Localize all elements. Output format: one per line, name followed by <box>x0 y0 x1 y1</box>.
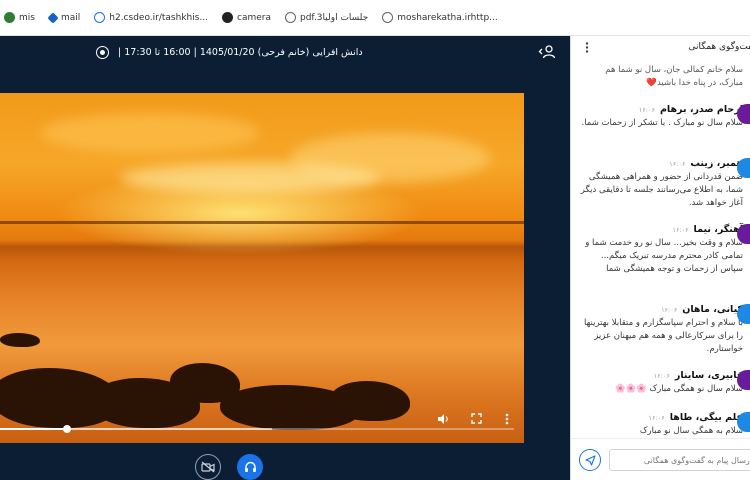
chat-header: گفت‌وگوی همگانی <box>571 36 750 58</box>
avatar <box>737 158 750 178</box>
camera-off-icon <box>201 461 215 473</box>
sky-cloud <box>40 113 260 153</box>
avatar <box>737 304 750 324</box>
message-text: سلام به همگی سال نو مبارک <box>639 426 743 436</box>
chat-message-list[interactable]: سلام خانم کمالی جان، سال نو شما هم مبارک… <box>571 60 750 452</box>
mail-icon <box>47 11 59 24</box>
globe-icon <box>285 12 296 23</box>
sender-name: علم بیگی، طاها <box>669 412 743 423</box>
message-time: ۱۶:۰۶ <box>672 226 689 234</box>
chat-message-input[interactable] <box>609 449 750 471</box>
shore-rock <box>0 333 40 347</box>
camera-icon <box>222 12 234 23</box>
bookmark-pdf[interactable]: pdf.3جلسات اولیا <box>285 12 368 23</box>
chat-message: همبر، زینب ۱۶:۰۶ ضمن قدردانی از حضور و هم… <box>579 158 750 210</box>
message-time: ۱۶:۰۶ <box>638 106 655 114</box>
session-topbar: دانش افرایی (خانم فرحی) 1405/01/20 | 16:… <box>0 36 570 70</box>
message-time: ۱۶:۰۶ <box>669 160 686 168</box>
message-text: ضمن قدردانی از حضور و همراهی همیشگی شما،… <box>580 172 743 208</box>
chat-message: قابیری، ساینار ۱۶:۰۶ سلام سال نو همگی مبا… <box>579 370 750 396</box>
message-text: سلام سال نو مبارک . با تشکر از زحمات شما… <box>581 118 744 128</box>
user-list-icon[interactable] <box>538 45 556 59</box>
bookmark-mosharekatha[interactable]: mosharekatha.irhttp... <box>382 12 498 23</box>
played-fill <box>0 428 67 430</box>
sender-name: قابیری، ساینار <box>674 370 743 381</box>
sender-name: همبر، زینب <box>690 158 743 169</box>
sky-cloud <box>120 163 380 193</box>
chat-message: علم بیگی، طاها ۱۶:۰۶ سلام به همگی سال نو … <box>579 412 750 438</box>
audio-button[interactable] <box>237 454 263 480</box>
send-icon <box>584 454 596 466</box>
bookmark-mis[interactable]: mis <box>4 12 35 23</box>
bookmarks-bar: mis mail h2.csdeo.ir/tashkhis... camera … <box>0 0 750 36</box>
globe-icon <box>94 12 106 23</box>
sender-name: ارحام صدر، برهام <box>659 104 743 115</box>
session-title: دانش افرایی (خانم فرحی) 1405/01/20 | 16:… <box>118 47 363 58</box>
message-time: ۱۶:۰۶ <box>653 372 670 380</box>
video-controls <box>0 409 524 443</box>
sender-name: آهنگر، نیما <box>693 224 743 235</box>
shared-video[interactable] <box>0 93 524 443</box>
public-chat-panel: گفت‌وگوی همگانی سلام خانم کمالی جان، سال… <box>570 36 750 480</box>
message-time: ۱۶:۰۶ <box>661 306 678 314</box>
message-text: با سلام و احترام سپاسگزارم و متقابلا بهت… <box>584 318 743 354</box>
progress-knob[interactable] <box>62 425 71 433</box>
bookmark-tashkhis[interactable]: h2.csdeo.ir/tashkhis... <box>94 12 208 23</box>
avatar <box>737 224 750 244</box>
sender-name: کیانی، ماهان <box>682 304 743 315</box>
volume-icon[interactable] <box>437 413 449 425</box>
camera-toggle-button[interactable] <box>195 454 221 480</box>
headphones-icon <box>244 461 256 472</box>
horizon-line <box>0 221 524 224</box>
meeting-stage: دانش افرایی (خانم فرحی) 1405/01/20 | 16:… <box>0 36 570 480</box>
more-options-icon[interactable] <box>505 413 509 425</box>
chat-composer <box>571 438 750 480</box>
chat-message: سلام خانم کمالی جان، سال نو شما هم مبارک… <box>579 64 743 90</box>
bookmark-camera[interactable]: camera <box>222 12 271 23</box>
message-text: سلام سال نو همگی مبارک 🌸🌸🌸 <box>615 384 743 394</box>
bookmark-mail[interactable]: mail <box>47 11 80 24</box>
message-text: سلام خانم کمالی جان، سال نو شما هم مبارک… <box>605 65 743 88</box>
message-text: سلام و وقت بخیر... سال نو رو خدمت شما و … <box>585 238 743 274</box>
message-time: ۱۶:۰۶ <box>648 414 665 422</box>
chat-message: کیانی، ماهان ۱۶:۰۶ با سلام و احترام سپاسگ… <box>579 304 750 356</box>
globe-icon <box>382 12 394 23</box>
avatar <box>737 104 750 124</box>
chat-title: گفت‌وگوی همگانی <box>688 42 750 52</box>
more-options-icon[interactable] <box>585 41 589 53</box>
chat-message: ارحام صدر، برهام ۱۶:۰۶ سلام سال نو مبارک … <box>579 104 750 130</box>
fullscreen-icon[interactable] <box>471 413 482 424</box>
video-progress-bar[interactable] <box>0 425 514 433</box>
record-icon[interactable] <box>96 46 109 59</box>
chat-message: آهنگر، نیما ۱۶:۰۶ سلام و وقت بخیر... سال … <box>579 224 750 276</box>
avatar <box>737 370 750 390</box>
avatar <box>737 412 750 432</box>
globe-icon <box>4 12 15 23</box>
send-button[interactable] <box>579 449 601 471</box>
